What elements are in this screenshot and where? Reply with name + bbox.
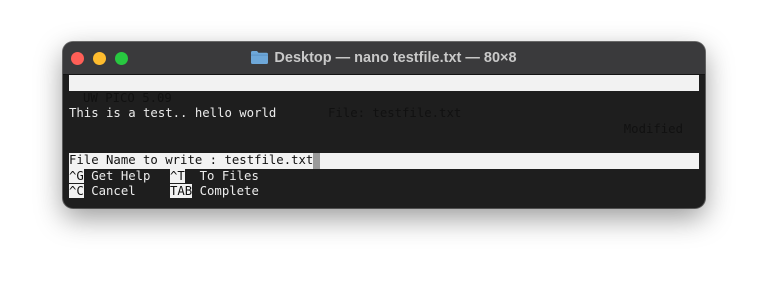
shortcut-get-help[interactable]: ^G Get Help xyxy=(69,168,151,185)
shortcut-complete[interactable]: TAB Complete xyxy=(170,184,259,200)
prompt-label: File Name to write : xyxy=(69,152,225,167)
text-content: This is a test.. hello world xyxy=(69,106,277,121)
window-title-area: Desktop — nano testfile.txt — 80×8 xyxy=(63,42,705,74)
text-cursor xyxy=(313,152,321,169)
shortcut-label: Cancel xyxy=(83,184,136,199)
shortcut-to-files[interactable]: ^T To Files xyxy=(170,168,259,185)
shortcut-key: ^C xyxy=(69,184,84,199)
shortcut-key: ^G xyxy=(69,168,84,183)
terminal-window: Desktop — nano testfile.txt — 80×8 UW PI… xyxy=(63,42,705,208)
shortcut-label: Get Help xyxy=(83,168,151,183)
folder-icon xyxy=(251,50,269,64)
terminal-content[interactable]: UW PICO 5.09 File: testfile.txt Modified… xyxy=(69,75,699,204)
shortcut-row: ^G Get Help ^T To Files xyxy=(69,168,699,185)
filename-prompt[interactable]: File Name to write : testfile.txt xyxy=(69,152,699,169)
shortcut-label: To Files xyxy=(184,168,259,183)
shortcut-cancel[interactable]: ^C Cancel xyxy=(69,184,136,200)
shortcut-row: ^C Cancel TAB Complete xyxy=(69,184,699,200)
window-title: Desktop — nano testfile.txt — 80×8 xyxy=(274,50,517,66)
text-line[interactable]: This is a test.. hello world xyxy=(69,106,699,122)
filename-input[interactable]: testfile.txt xyxy=(224,153,313,167)
title-bar[interactable]: Desktop — nano testfile.txt — 80×8 xyxy=(63,42,705,75)
pico-header-bar: UW PICO 5.09 File: testfile.txt Modified xyxy=(69,75,699,136)
shortcut-label: Complete xyxy=(192,184,259,199)
shortcut-key: ^T xyxy=(170,168,185,183)
shortcut-key: TAB xyxy=(170,184,193,199)
